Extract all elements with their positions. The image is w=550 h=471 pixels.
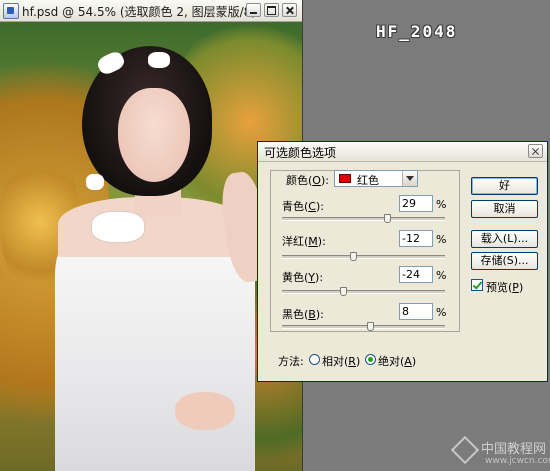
relative-label[interactable]: 相对(R) — [322, 353, 360, 369]
ok-button[interactable]: 好 — [471, 177, 538, 195]
load-button[interactable]: 载入(L)... — [471, 230, 538, 248]
colors-dropdown[interactable]: 红色 — [334, 170, 418, 187]
document-titlebar[interactable]: hf.psd @ 54.5% (选取颜色 2, 图层蒙版/8) — [0, 0, 302, 22]
relative-radio[interactable] — [309, 354, 320, 365]
yellow-slider-thumb[interactable] — [340, 287, 347, 296]
yellow-input[interactable]: -24 — [399, 266, 433, 283]
black-input[interactable]: 8 — [399, 303, 433, 320]
magenta-label: 洋红(M): — [282, 235, 326, 248]
selective-color-dialog: 可选颜色选项 颜色(O): 红色 青色(C): 29 % 洋红(M): -12 … — [257, 141, 548, 382]
dialog-titlebar[interactable]: 可选颜色选项 — [258, 142, 547, 162]
black-slider-thumb[interactable] — [367, 322, 374, 331]
site-logo: 中国教程网 www.jcwcn.com — [450, 435, 550, 471]
preview-label[interactable]: 预览(P) — [486, 279, 523, 295]
magenta-slider-thumb[interactable] — [350, 252, 357, 261]
site-url: www.jcwcn.com — [485, 456, 550, 466]
site-name: 中国教程网 — [481, 442, 547, 457]
cancel-button[interactable]: 取消 — [471, 200, 538, 218]
preview-checkbox[interactable] — [471, 279, 483, 291]
yellow-slider-track[interactable] — [282, 290, 445, 294]
save-button[interactable]: 存储(S)... — [471, 252, 538, 270]
colors-dropdown-value: 红色 — [357, 174, 379, 187]
method-label: 方法: — [278, 355, 304, 368]
cyan-label: 青色(C): — [282, 200, 324, 213]
site-logo-mark-icon — [450, 435, 480, 465]
magenta-slider-track[interactable] — [282, 255, 445, 259]
colors-label: 颜色(O): — [286, 174, 329, 187]
cyan-slider-track[interactable] — [282, 217, 445, 221]
cyan-percent: % — [436, 198, 447, 211]
black-percent: % — [436, 306, 447, 319]
yellow-percent: % — [436, 269, 447, 282]
red-color-swatch — [339, 174, 351, 183]
document-title: hf.psd @ 54.5% (选取颜色 2, 图层蒙版/8) — [22, 5, 256, 19]
black-slider-track[interactable] — [282, 325, 445, 329]
absolute-label[interactable]: 绝对(A) — [378, 353, 416, 369]
magenta-percent: % — [436, 233, 447, 246]
photoshop-document-icon — [3, 3, 19, 19]
dialog-close-button[interactable] — [528, 144, 543, 158]
absolute-radio[interactable] — [365, 354, 376, 365]
maximize-button[interactable] — [264, 3, 279, 17]
magenta-input[interactable]: -12 — [399, 230, 433, 247]
black-label: 黑色(B): — [282, 308, 324, 321]
yellow-label: 黄色(Y): — [282, 271, 324, 284]
watermark-text: HF_2048 — [376, 22, 458, 41]
close-button[interactable] — [282, 3, 297, 17]
dialog-title: 可选颜色选项 — [264, 146, 337, 160]
cyan-input[interactable]: 29 — [399, 195, 433, 212]
cyan-slider-thumb[interactable] — [384, 214, 391, 223]
chevron-down-icon[interactable] — [402, 171, 417, 186]
minimize-button[interactable] — [246, 3, 261, 17]
